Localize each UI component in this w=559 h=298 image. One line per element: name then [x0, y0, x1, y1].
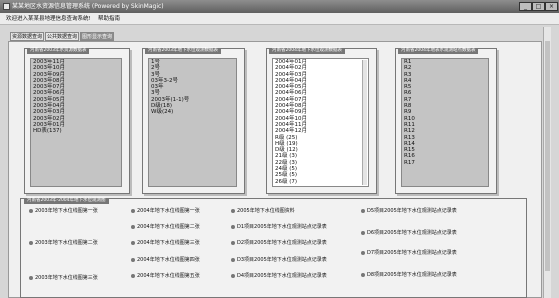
map-link[interactable]: D3项目2005年地下水位观测站点记录表 — [231, 256, 327, 264]
map-link[interactable]: 2004年地下水位线图第五张 — [131, 272, 200, 280]
map-link[interactable]: D5项目2005年地下水位观测站点记录表 — [361, 207, 457, 215]
map-link[interactable]: 2004年地下水位线图第三张 — [131, 239, 200, 247]
menu-bar: 欢迎进入某某县地理信息查询系统! 帮助指南 — [0, 13, 559, 25]
maximize-button[interactable]: □ — [532, 2, 545, 11]
map-link-label: 2005年地下水位线图资料 — [237, 208, 295, 214]
panel-2003-groundwater: 河南省2003年地下水位观测数据表 1号 2号 3号 03年3-2号 03年 3… — [142, 48, 245, 194]
close-button[interactable]: × — [545, 2, 558, 11]
map-link-label: D2项目2005年地下水位观测站点记录表 — [237, 240, 327, 246]
map-bullet-icon — [361, 272, 365, 277]
map-link-label: 2004年地下水位线图第一张 — [137, 208, 200, 214]
map-link[interactable]: 2004年地下水位线图第二张 — [131, 223, 200, 231]
panel-title: 河南省2003年地下水位观测数据表 — [145, 48, 221, 54]
map-link-label: D6项目2005年地下水位观测站点记录表 — [367, 230, 457, 236]
map-link-label: D7项目2005年地下水位观测站点记录表 — [367, 250, 457, 256]
map-link-label: 2004年地下水位线图第二张 — [137, 224, 200, 230]
list-scrollbar[interactable] — [362, 60, 367, 185]
window-scrollbar[interactable] — [543, 27, 551, 298]
list-item[interactable]: 26级 (7) — [273, 179, 368, 185]
map-bullet-icon — [231, 273, 235, 278]
map-link[interactable]: D8项目2005年地下水位观测站点记录表 — [361, 271, 457, 279]
map-link-label: D5项目2005年地下水位观测站点记录表 — [367, 208, 457, 214]
list-2003-stations[interactable]: 1号 2号 3号 03年3-2号 03年 3号 2003年(1-1)号 D级(1… — [148, 58, 237, 187]
map-link-label: 2003年地下水位线图第三张 — [35, 275, 98, 281]
map-link-label: D8项目2005年地下水位观测站点记录表 — [367, 272, 457, 278]
panel-title: 河南省2004年地表水观测站点数据表 — [398, 48, 479, 54]
list-item[interactable]: R17 — [402, 160, 488, 166]
map-link-label: 2004年地下水位线图第三张 — [137, 240, 200, 246]
map-link[interactable]: 2004年地下水位线图第一张 — [131, 207, 200, 215]
map-link[interactable]: 2003年地下水位线图第三张 — [29, 274, 98, 282]
map-bullet-icon — [131, 273, 135, 278]
panel-2004-surface-stations: 河南省2004年地表水观测站点数据表 R1 R2 R3 R4 R5 R6 R7 … — [395, 48, 497, 194]
map-bullet-icon — [361, 208, 365, 213]
map-link[interactable]: D1项目2005年地下水位观测站点记录表 — [231, 223, 327, 231]
minimize-button[interactable]: _ — [519, 2, 532, 11]
map-bullet-icon — [29, 240, 33, 245]
map-link-label: 2004年地下水位线图第五张 — [137, 273, 200, 279]
map-bullet-icon — [131, 240, 135, 245]
map-bullet-icon — [131, 224, 135, 229]
menu-item-help[interactable]: 帮助指南 — [98, 13, 120, 25]
map-bullet-icon — [231, 208, 235, 213]
map-bullet-icon — [231, 257, 235, 262]
map-link-label: D3项目2005年地下水位观测站点记录表 — [237, 257, 327, 263]
map-link-label: 2003年地下水位线图第二张 — [35, 240, 98, 246]
menu-item-welcome[interactable]: 欢迎进入某某县地理信息查询系统! — [6, 13, 91, 25]
map-link[interactable]: D2项目2005年地下水位观测站点记录表 — [231, 239, 327, 247]
panel-title: 河南省2003年水资源数据表 — [27, 48, 90, 54]
map-bullet-icon — [29, 275, 33, 280]
map-bullet-icon — [361, 250, 365, 255]
list-2003-months[interactable]: 2003年11月 2003年10月 2003年09月 2003年08月 2003… — [30, 58, 122, 187]
panel-title: 河南省2003年-2004年地下水位观测图 — [24, 198, 109, 204]
panel-title: 河南省2004年地下水位观测数据表 — [269, 48, 345, 54]
map-bullet-icon — [29, 208, 33, 213]
tab-resource-data[interactable]: 资源数据查询 — [10, 32, 44, 41]
map-link[interactable]: D7项目2005年地下水位观测站点记录表 — [361, 249, 457, 257]
map-link[interactable]: 2005年地下水位线图资料 — [231, 207, 295, 215]
tab-public-data[interactable]: 公共数据查询 — [45, 32, 79, 41]
map-link[interactable]: 2004年地下水位线图第四张 — [131, 256, 200, 264]
map-link[interactable]: 2003年地下水位线图第二张 — [29, 239, 98, 247]
map-bullet-icon — [231, 224, 235, 229]
list-item[interactable]: HD表(137) — [31, 128, 121, 134]
map-link[interactable]: 2003年地下水位线图第一张 — [29, 207, 98, 215]
map-link-label: D1项目2005年地下水位观测站点记录表 — [237, 224, 327, 230]
map-bullet-icon — [231, 240, 235, 245]
map-bullet-icon — [361, 230, 365, 235]
map-link-label: 2003年地下水位线图第一张 — [35, 208, 98, 214]
panel-groundwater-maps: 河南省2003年-2004年地下水位观测图 2003年地下水位线图第一张 200… — [20, 198, 527, 298]
map-link[interactable]: D6项目2005年地下水位观测站点记录表 — [361, 229, 457, 237]
panel-2004-groundwater: 河南省2004年地下水位观测数据表 2004年01月 2004年02月 2004… — [266, 48, 377, 194]
title-bar: 某某地区水资源信息管理系统 (Powered by SkinMagic) — [0, 0, 559, 13]
tab-graphic-display[interactable]: 图形显示查询 — [80, 32, 114, 41]
panel-2003-water-resources: 河南省2003年水资源数据表 2003年11月 2003年10月 2003年09… — [24, 48, 130, 194]
list-item[interactable]: W级(24) — [149, 109, 236, 115]
list-2004-months[interactable]: 2004年01月 2004年02月 2004年03月 2004年04月 2004… — [272, 58, 369, 187]
map-bullet-icon — [131, 257, 135, 262]
scrollbar-thumb[interactable] — [545, 41, 550, 271]
map-link[interactable]: D4项目2005年地下水位观测站点记录表 — [231, 272, 327, 280]
list-stations-r[interactable]: R1 R2 R3 R4 R5 R6 R7 R8 R9 R10 R11 R12 R… — [401, 58, 489, 187]
window-title: 某某地区水资源信息管理系统 (Powered by SkinMagic) — [12, 3, 164, 10]
map-link-label: D4项目2005年地下水位观测站点记录表 — [237, 273, 327, 279]
app-icon — [3, 3, 10, 10]
map-bullet-icon — [131, 208, 135, 213]
map-link-label: 2004年地下水位线图第四张 — [137, 257, 200, 263]
